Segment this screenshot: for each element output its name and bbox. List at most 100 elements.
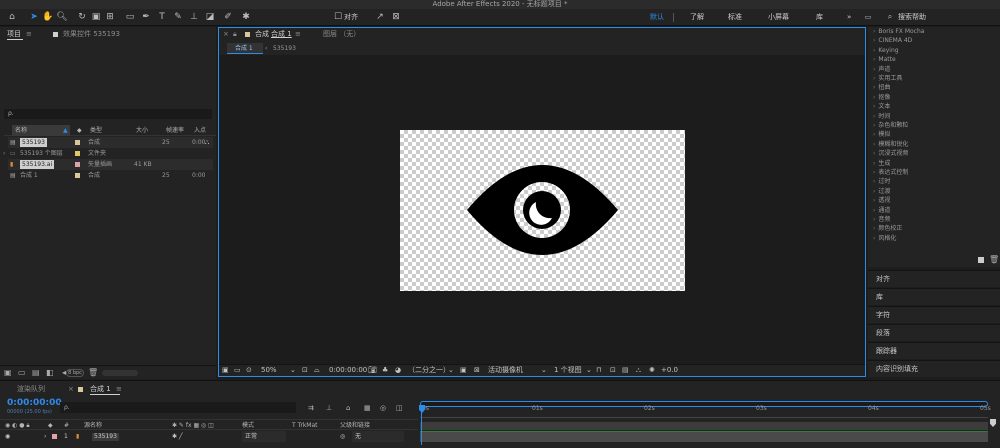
shy-icon[interactable]: ⌂	[346, 403, 350, 413]
resolution-select[interactable]: （二分之一）	[408, 365, 450, 375]
camera-select[interactable]: 活动摄像机	[488, 365, 523, 375]
label-color[interactable]	[75, 140, 80, 145]
brush-tool-icon[interactable]: ✎	[172, 11, 184, 23]
end-marker[interactable]	[990, 419, 996, 427]
expand-arrow-icon[interactable]: ›	[44, 431, 46, 442]
workspace-menu-icon[interactable]: ▭	[862, 11, 874, 23]
workspace-learn[interactable]: 了解	[690, 12, 704, 23]
timeline-menu-icon[interactable]: ≡	[116, 384, 122, 394]
project-menu-icon[interactable]: ≡	[26, 29, 32, 39]
column-fps[interactable]: 帧速率	[166, 125, 184, 136]
trash-icon[interactable]: 🗑︎	[88, 366, 98, 380]
new-composition-icon[interactable]: ▤	[32, 366, 40, 380]
effect-controls-tab[interactable]: 效果控件 535193	[63, 29, 120, 39]
work-area-track[interactable]	[420, 422, 988, 430]
tracker-panel[interactable]: 跟踪器	[868, 342, 1000, 359]
fit-icon[interactable]: ⊡	[302, 365, 308, 375]
paragraph-panel[interactable]: 段落	[868, 324, 1000, 341]
expand-arrow-icon[interactable]: ›	[3, 148, 5, 159]
layer-row[interactable]: ◉ › 1 ▮ 535193 ✱ ╱ 正常 ◎ 无	[0, 431, 418, 442]
composition-tab-prefix[interactable]: 合成	[255, 29, 269, 39]
layer-search-input[interactable]: ρ.	[60, 402, 296, 413]
zoom-select[interactable]: 50%	[261, 365, 277, 375]
thumbnail-slider[interactable]	[102, 370, 138, 376]
eraser-tool-icon[interactable]: ◪	[204, 11, 216, 23]
pan-behind-tool-icon[interactable]: ⊞	[104, 11, 116, 23]
zoom-tool-icon[interactable]: 🔍︎	[56, 11, 68, 23]
selection-tool-icon[interactable]: ➤	[28, 11, 40, 23]
time-ruler[interactable]	[420, 409, 988, 418]
project-item[interactable]: ▤ 合成 1 合成 25 0:00	[8, 170, 213, 181]
frame-blending-icon[interactable]: ▦	[364, 403, 371, 413]
motion-blur-icon[interactable]: ◎	[380, 403, 386, 413]
column-parent[interactable]: 父级和链接	[340, 420, 370, 431]
comp-flowchart-icon[interactable]: ⊡	[610, 365, 616, 375]
layer-tab[interactable]: 图层 （无）	[323, 29, 360, 39]
viewer-menu-icon[interactable]: ≡	[295, 29, 301, 39]
trash-icon[interactable]: 🗑︎	[989, 256, 999, 264]
camera-tool-icon[interactable]: ▣	[90, 11, 102, 23]
work-area-bar[interactable]	[420, 401, 988, 407]
layer-mode-select[interactable]: 正常	[242, 431, 286, 442]
column-mode[interactable]: 模式	[242, 420, 254, 431]
hand-tool-icon[interactable]: ✋	[42, 11, 54, 23]
flowchart-icon[interactable]: ⛬	[636, 365, 641, 375]
flowchart-icon[interactable]: ⛬	[205, 137, 209, 148]
mask-icon[interactable]: ⌓	[314, 365, 320, 375]
label-color[interactable]	[75, 151, 80, 156]
search-help-input[interactable]: 搜索帮助	[898, 12, 926, 23]
grid-snap-icon[interactable]: ⊠	[390, 11, 402, 23]
column-source-name[interactable]: 源名称	[84, 420, 102, 431]
new-preset-icon[interactable]	[978, 257, 984, 263]
layer-parent-select[interactable]: 无	[352, 431, 404, 442]
workspace-default[interactable]: 默认	[650, 12, 664, 23]
column-trkmat[interactable]: T TrkMat	[292, 420, 318, 431]
workspace-standard[interactable]: 标准	[728, 12, 742, 23]
label-color[interactable]	[75, 162, 80, 167]
project-item[interactable]: ▮ 535193.ai 矢量插画 41 KB	[8, 159, 213, 170]
fast-preview-icon[interactable]: ▤	[622, 365, 629, 375]
snap-icon[interactable]: ↗	[374, 11, 386, 23]
composition-tab-name[interactable]: 合成 1	[271, 29, 292, 39]
pen-tool-icon[interactable]: ✒	[140, 11, 152, 23]
exposure-value[interactable]: +0.0	[661, 365, 678, 375]
workspace-libraries[interactable]: 库	[816, 12, 823, 23]
timeline-icon[interactable]: ⊓	[596, 365, 601, 375]
workspace-small-screen[interactable]: 小屏幕	[768, 12, 789, 23]
lock-icon[interactable]: 🔒︎	[233, 29, 237, 39]
views-select[interactable]: 1 个视图	[554, 365, 582, 375]
close-tab-icon[interactable]: ×	[68, 384, 74, 394]
project-tab[interactable]: 项目	[7, 29, 21, 39]
new-folder-icon[interactable]: ▭	[18, 366, 26, 380]
draft-3d-icon[interactable]: ⊥	[326, 403, 332, 413]
breadcrumb-current[interactable]: 合成 1	[227, 43, 263, 54]
close-tab-icon[interactable]: ×	[223, 29, 229, 39]
label-color[interactable]	[52, 434, 57, 439]
render-queue-tab[interactable]: 渲染队列	[17, 384, 45, 394]
label-color[interactable]	[75, 173, 80, 178]
more-workspaces-button[interactable]: »	[847, 12, 851, 23]
breadcrumb-item[interactable]: 535193	[273, 43, 296, 54]
viewer-timecode[interactable]: 0:00:00:00	[329, 365, 367, 375]
content-aware-fill-panel[interactable]: 内容识别填充	[868, 360, 1000, 377]
region-icon[interactable]: ▣	[460, 365, 467, 375]
character-panel[interactable]: 字符	[868, 306, 1000, 323]
clone-stamp-tool-icon[interactable]: ⊥	[188, 11, 200, 23]
layer-switches-icon[interactable]: ✱ ╱	[172, 431, 183, 442]
effects-category[interactable]: › 风格化	[873, 234, 896, 244]
home-icon[interactable]: ⌂	[6, 11, 18, 23]
interpret-footage-icon[interactable]: ▣	[4, 366, 12, 380]
roto-brush-tool-icon[interactable]: ✐	[222, 11, 234, 23]
pickwhip-icon[interactable]: ◎	[340, 431, 345, 442]
puppet-tool-icon[interactable]: ✱	[240, 11, 252, 23]
rotate-tool-icon[interactable]: ↻	[76, 11, 88, 23]
type-tool-icon[interactable]: T	[156, 11, 168, 23]
align-checkbox[interactable]: ☐	[332, 11, 344, 23]
color-channel-icon[interactable]: ◕	[395, 365, 401, 375]
snapshot-icon[interactable]: 📷︎	[368, 365, 377, 375]
transparency-grid-icon[interactable]: ⊠	[474, 365, 480, 375]
column-type[interactable]: 类型	[90, 125, 102, 136]
column-size[interactable]: 大小	[136, 125, 148, 136]
visibility-icon[interactable]: ◉	[5, 431, 10, 442]
show-snapshot-icon[interactable]: ♣	[382, 365, 388, 375]
